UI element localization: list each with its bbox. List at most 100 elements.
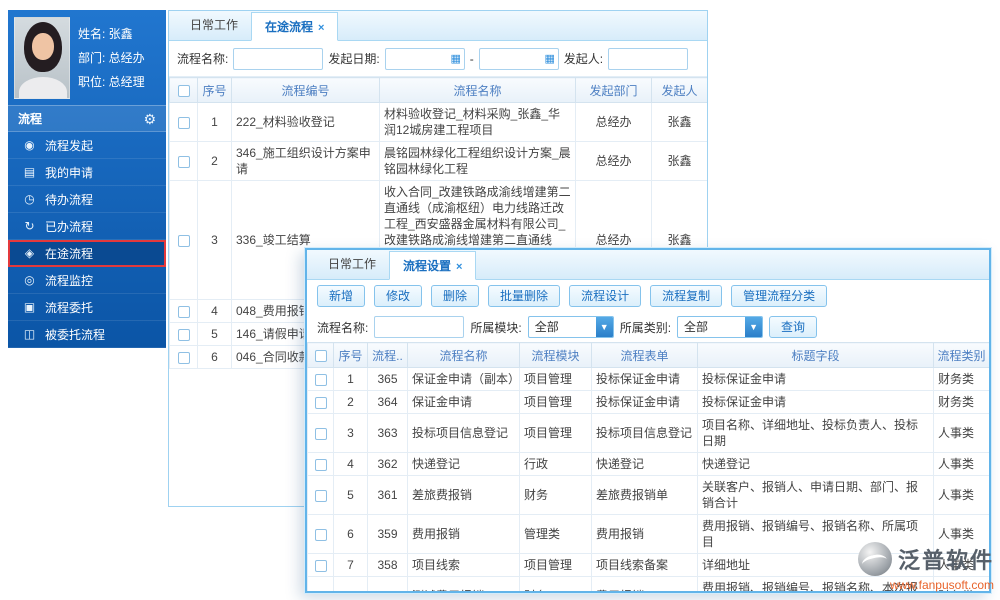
column-header[interactable]: 流程..: [367, 342, 408, 368]
sidebar-item-todo-flows[interactable]: ◷ 待办流程: [8, 186, 166, 213]
edit-button[interactable]: 修改: [374, 285, 423, 307]
date-range-separator: -: [469, 51, 474, 66]
tab-label: 日常工作: [328, 257, 377, 271]
window1-tab-0[interactable]: 日常工作: [177, 11, 251, 40]
gear-icon[interactable]: ⚙: [143, 106, 156, 132]
row-checkbox[interactable]: [314, 489, 327, 502]
column-header[interactable]: 流程名称: [379, 77, 576, 103]
row-checkbox[interactable]: [314, 427, 327, 440]
sender-input[interactable]: [608, 47, 689, 70]
row-checkbox[interactable]: [314, 396, 327, 409]
column-header[interactable]: 流程模块: [519, 342, 592, 368]
cell-category: 人事类: [933, 413, 989, 453]
cell-name: 差旅费报销: [407, 475, 520, 515]
table-row[interactable]: 4 362 快递登记 行政 快递登记 快递登记 人事类: [307, 452, 989, 476]
column-header[interactable]: 发起部门: [575, 77, 652, 103]
column-header[interactable]: 流程编号: [231, 77, 380, 103]
module-select[interactable]: 全部 ▼: [527, 316, 614, 338]
row-checkbox[interactable]: [177, 351, 190, 364]
column-header[interactable]: 流程表单: [591, 342, 698, 368]
row-checkbox[interactable]: [177, 328, 190, 341]
cell-id: 362: [367, 452, 408, 476]
cell-no: 6: [333, 514, 368, 554]
column-header[interactable]: 序号: [197, 77, 232, 103]
calendar-icon[interactable]: ▦: [448, 52, 464, 65]
user-name: 姓名: 张鑫: [78, 27, 133, 41]
table-row[interactable]: 5 361 差旅费报销 财务 差旅费报销单 关联客户、报销人、申请日期、部门、报销合计 人事…: [307, 475, 989, 515]
table-header-row: 序号 流程编号 流程名称 发起部门 发起人: [169, 77, 707, 103]
flow-copy-button[interactable]: 流程复制: [650, 285, 723, 307]
row-checkbox[interactable]: [314, 458, 327, 471]
category-select[interactable]: 全部 ▼: [677, 316, 764, 338]
cell-name: 保证金申请: [407, 390, 520, 414]
row-checkbox[interactable]: [177, 155, 190, 168]
batch-delete-button[interactable]: 批量删除: [488, 285, 561, 307]
cell-name: 保证金申请（副本）: [407, 367, 520, 391]
flow-design-button[interactable]: 流程设计: [569, 285, 642, 307]
column-header[interactable]: 流程类别: [933, 342, 989, 368]
sidebar-item-done-flows[interactable]: ↻ 已办流程: [8, 213, 166, 240]
cell-module: 项目管理: [519, 413, 592, 453]
row-checkbox[interactable]: [177, 234, 190, 247]
row-checkbox[interactable]: [314, 559, 327, 572]
column-header[interactable]: 标题字段: [697, 342, 934, 368]
cell-no: 2: [197, 141, 232, 181]
window2-tab-1[interactable]: 流程设置 ×: [389, 251, 477, 280]
sitemap-icon: ◫: [23, 327, 36, 341]
table-row[interactable]: 1 222_材料验收登记 材料验收登记_材料采购_张鑫_华润12城房建工程项目 总经办…: [169, 102, 707, 142]
avatar-bust: [19, 77, 67, 98]
avatar-face: [32, 33, 54, 60]
select-all-checkbox[interactable]: [177, 84, 190, 97]
row-checkbox[interactable]: [177, 116, 190, 129]
date-to-input[interactable]: [479, 49, 542, 68]
sidebar-item-delegated-flows[interactable]: ◫ 被委托流程: [8, 321, 166, 348]
tab-close-icon[interactable]: ×: [456, 261, 462, 273]
table-row[interactable]: 2 346_施工组织设计方案申请 晨铭园林绿化工程组织设计方案_晨铭园林绿化工程 总经…: [169, 141, 707, 181]
cell-no: 4: [197, 299, 232, 323]
manage-category-button[interactable]: 管理流程分类: [731, 285, 828, 307]
row-checkbox[interactable]: [314, 590, 327, 591]
category-select-value: 全部: [684, 320, 709, 334]
date-from-box: ▦: [384, 47, 465, 70]
flow-name-input[interactable]: [233, 47, 324, 70]
cell-id: 357: [367, 576, 408, 591]
chevron-down-icon[interactable]: ▼: [595, 317, 613, 337]
sidebar-item-flow-delegate[interactable]: ▣ 流程委托: [8, 294, 166, 321]
column-header[interactable]: 序号: [333, 342, 368, 368]
chevron-down-icon[interactable]: ▼: [745, 317, 763, 337]
row-checkbox[interactable]: [314, 528, 327, 541]
window2-tab-0[interactable]: 日常工作: [315, 250, 389, 279]
sidebar-menu: ◉ 流程发起 ▤ 我的申请 ◷ 待办流程 ↻ 已办流程 ◈ 在途流程 ◎ 流程监控 ▣ 流程委托 ◫ 被委托流…: [8, 132, 166, 348]
column-header[interactable]: 流程名称: [407, 342, 520, 368]
row-checkbox[interactable]: [314, 373, 327, 386]
calendar-icon[interactable]: ▦: [542, 52, 558, 65]
sidebar-item-in-transit-flows[interactable]: ◈ 在途流程: [8, 240, 166, 267]
sidebar-item-label: 流程委托: [45, 300, 94, 315]
cell-no: 7: [333, 553, 368, 577]
table-row[interactable]: 1 365 保证金申请（副本） 项目管理 投标保证金申请 投标保证金申请 财务类: [307, 367, 989, 391]
sidebar-section-header: 流程 ⚙: [8, 105, 166, 132]
search-button[interactable]: 查询: [769, 316, 818, 338]
select-all-checkbox[interactable]: [314, 349, 327, 362]
row-checkbox[interactable]: [177, 305, 190, 318]
column-header[interactable]: 发起人: [651, 77, 707, 103]
cell-name: 项目线索: [407, 553, 520, 577]
user-profile: 姓名: 张鑫 部门: 总经办 职位: 总经理: [8, 10, 166, 105]
delete-button[interactable]: 删除: [431, 285, 480, 307]
sidebar-item-my-applications[interactable]: ▤ 我的申请: [8, 159, 166, 186]
cell-code: 222_材料验收登记: [231, 102, 380, 142]
table-row[interactable]: 3 363 投标项目信息登记 项目管理 投标项目信息登记 项目名称、详细地址、投标负责人、…: [307, 413, 989, 453]
table-header-row: 序号 流程.. 流程名称 流程模块 流程表单 标题字段 流程类别: [307, 342, 989, 368]
table-row[interactable]: 2 364 保证金申请 项目管理 投标保证金申请 投标保证金申请 财务类: [307, 390, 989, 414]
date-from-input[interactable]: [385, 49, 448, 68]
monitor-icon: ◎: [24, 273, 35, 287]
cell-name: 晨铭园林绿化工程组织设计方案_晨铭园林绿化工程: [379, 141, 576, 181]
cell-no: 3: [197, 180, 232, 300]
window1-tab-1[interactable]: 在途流程 ×: [251, 12, 339, 41]
add-button[interactable]: 新增: [317, 285, 366, 307]
flow-name-input[interactable]: [374, 316, 465, 338]
cell-form: 差旅费报销单: [591, 475, 698, 515]
sidebar-item-launch[interactable]: ◉ 流程发起: [8, 132, 166, 159]
tab-close-icon[interactable]: ×: [318, 22, 324, 34]
sidebar-item-flow-monitor[interactable]: ◎ 流程监控: [8, 267, 166, 294]
